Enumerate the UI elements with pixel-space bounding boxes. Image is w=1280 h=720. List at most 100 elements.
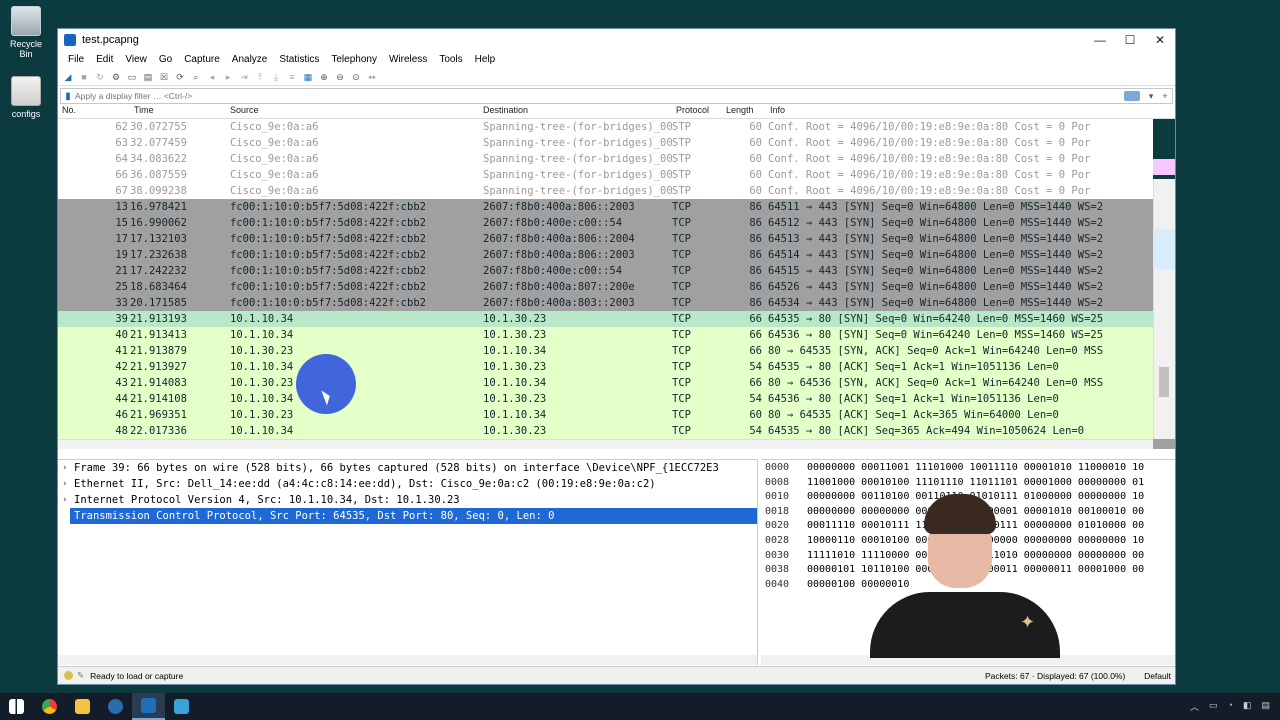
restart-capture-icon[interactable]: ↻ bbox=[94, 71, 106, 83]
menu-telephony[interactable]: Telephony bbox=[325, 54, 383, 65]
go-back-icon[interactable]: ◂ bbox=[206, 71, 218, 83]
packet-row[interactable]: 42 21.913927 10.1.10.34 10.1.30.23 TCP 54 6453… bbox=[58, 359, 1175, 375]
zoom-reset-icon[interactable]: ⊙ bbox=[350, 71, 362, 83]
packet-list[interactable]: No. Time Source Destination Protocol Len… bbox=[58, 105, 1175, 449]
expert-info-icon[interactable] bbox=[64, 671, 73, 680]
tray-network-icon[interactable]: ▭ bbox=[1209, 700, 1218, 713]
close-button[interactable]: ✕ bbox=[1145, 33, 1175, 47]
tray-chevron-icon[interactable]: ︿ bbox=[1190, 700, 1199, 713]
recycle-bin-icon[interactable]: Recycle Bin bbox=[4, 6, 48, 59]
edit-comment-icon[interactable]: ✎ bbox=[77, 670, 84, 681]
taskbar-network-tool[interactable] bbox=[165, 693, 198, 720]
go-forward-icon[interactable]: ▸ bbox=[222, 71, 234, 83]
zoom-out-icon[interactable]: ⊖ bbox=[334, 71, 346, 83]
packet-row[interactable]: 41 21.913879 10.1.30.23 10.1.10.34 TCP 66 80 →… bbox=[58, 343, 1175, 359]
packet-details-pane[interactable]: › Frame 39: 66 bytes on wire (528 bits),… bbox=[58, 459, 758, 665]
bookmark-icon[interactable]: ▮ bbox=[61, 91, 75, 102]
packet-row[interactable]: 63 32.077459 Cisco_9e:0a:a6 Spanning-tree-(… bbox=[58, 135, 1175, 151]
menu-file[interactable]: File bbox=[62, 54, 90, 65]
packet-cell-time: 21.914108 bbox=[130, 393, 187, 405]
col-source-header[interactable]: Source bbox=[226, 105, 479, 118]
menu-help[interactable]: Help bbox=[469, 54, 502, 65]
expand-arrow-icon[interactable]: › bbox=[62, 495, 74, 505]
bytes-row[interactable]: 0000 00000000 00011001 11101000 10011110 … bbox=[761, 462, 1175, 477]
packet-row[interactable]: 39 21.913193 10.1.10.34 10.1.30.23 TCP 66 6453… bbox=[58, 311, 1175, 327]
file-icon bbox=[11, 76, 41, 106]
tray-app-icon[interactable]: ◧ bbox=[1243, 700, 1252, 713]
packet-row[interactable]: 19 17.232638 fc00:1:10:0:b5f7:5d08:422f:cb… bbox=[58, 247, 1175, 263]
capture-options-icon[interactable]: ⚙ bbox=[110, 71, 122, 83]
stop-capture-icon[interactable]: ■ bbox=[78, 71, 90, 83]
colorize-icon[interactable]: ▦ bbox=[302, 71, 314, 83]
packet-row[interactable]: 44 21.914108 10.1.10.34 10.1.30.23 TCP 54 6453… bbox=[58, 391, 1175, 407]
detail-ethernet[interactable]: › Ethernet II, Src: Dell_14:ee:dd (a4:4c… bbox=[58, 476, 757, 492]
packet-row[interactable]: 64 34.083622 Cisco_9e:0a:a6 Spanning-tree-(… bbox=[58, 151, 1175, 167]
menu-wireless[interactable]: Wireless bbox=[383, 54, 433, 65]
detail-tcp[interactable]: Transmission Control Protocol, Src Port:… bbox=[70, 508, 757, 524]
packet-row[interactable]: 46 21.969351 10.1.30.23 10.1.10.34 TCP 60 80 →… bbox=[58, 407, 1175, 423]
packet-row[interactable]: 15 16.990062 fc00:1:10:0:b5f7:5d08:422f:cb… bbox=[58, 215, 1175, 231]
find-packet-icon[interactable]: ⌕ bbox=[190, 71, 202, 83]
details-hscrollbar[interactable] bbox=[58, 655, 757, 665]
packet-row[interactable]: 21 17.242232 fc00:1:10:0:b5f7:5d08:422f:cb… bbox=[58, 263, 1175, 279]
menu-tools[interactable]: Tools bbox=[433, 54, 468, 65]
reload-file-icon[interactable]: ⟳ bbox=[174, 71, 186, 83]
open-file-icon[interactable]: ▭ bbox=[126, 71, 138, 83]
save-file-icon[interactable]: ▤ bbox=[142, 71, 154, 83]
filter-history-dropdown[interactable]: ▾ bbox=[1144, 91, 1158, 102]
first-packet-icon[interactable]: ⤒ bbox=[254, 71, 266, 83]
zoom-in-icon[interactable]: ⊕ bbox=[318, 71, 330, 83]
resize-columns-icon[interactable]: ⇿ bbox=[366, 71, 378, 83]
packet-row[interactable]: 62 30.072755 Cisco_9e:0a:a6 Spanning-tree-(… bbox=[58, 119, 1175, 135]
packet-list-hscrollbar[interactable] bbox=[58, 439, 1153, 449]
packet-row[interactable]: 13 16.978421 fc00:1:10:0:b5f7:5d08:422f:cb… bbox=[58, 199, 1175, 215]
col-info-header[interactable]: Info bbox=[766, 105, 1175, 118]
go-to-packet-icon[interactable]: ⇥ bbox=[238, 71, 250, 83]
packet-row[interactable]: 66 36.087559 Cisco_9e:0a:a6 Spanning-tree-(… bbox=[58, 167, 1175, 183]
close-file-icon[interactable]: ☒ bbox=[158, 71, 170, 83]
status-profile[interactable]: Default bbox=[1135, 671, 1175, 681]
menu-capture[interactable]: Capture bbox=[178, 54, 226, 65]
detail-frame[interactable]: › Frame 39: 66 bytes on wire (528 bits),… bbox=[58, 460, 757, 476]
configs-file-icon[interactable]: configs bbox=[4, 76, 48, 119]
scrollbar-thumb[interactable] bbox=[1159, 367, 1169, 397]
start-button[interactable] bbox=[0, 693, 33, 720]
expand-arrow-icon[interactable]: › bbox=[62, 479, 74, 489]
tray-notification-icon[interactable]: ▤ bbox=[1261, 700, 1270, 713]
packet-list-scrollbar[interactable] bbox=[1153, 119, 1175, 439]
last-packet-icon[interactable]: ⤓ bbox=[270, 71, 282, 83]
col-time-header[interactable]: Time bbox=[130, 105, 226, 118]
apply-filter-button[interactable] bbox=[1124, 91, 1140, 101]
packet-row[interactable]: 17 17.132103 fc00:1:10:0:b5f7:5d08:422f:cb… bbox=[58, 231, 1175, 247]
title-bar[interactable]: test.pcapng — ☐ ✕ bbox=[58, 29, 1175, 51]
packet-row[interactable]: 67 38.099238 Cisco_9e:0a:a6 Spanning-tree-(… bbox=[58, 183, 1175, 199]
menu-view[interactable]: View bbox=[119, 54, 153, 65]
expand-arrow-icon[interactable]: › bbox=[62, 463, 74, 473]
tray-volume-icon[interactable]: ◔ bbox=[1228, 700, 1233, 713]
autoscroll-icon[interactable]: ≡ bbox=[286, 71, 298, 83]
col-length-header[interactable]: Length bbox=[722, 105, 766, 118]
col-protocol-header[interactable]: Protocol bbox=[672, 105, 722, 118]
add-filter-button-icon[interactable]: + bbox=[1158, 91, 1172, 101]
menu-edit[interactable]: Edit bbox=[90, 54, 119, 65]
packet-row[interactable]: 33 20.171585 fc00:1:10:0:b5f7:5d08:422f:cb… bbox=[58, 295, 1175, 311]
taskbar-explorer[interactable] bbox=[66, 693, 99, 720]
packet-row[interactable]: 48 22.017336 10.1.10.34 10.1.30.23 TCP 54 6453… bbox=[58, 423, 1175, 439]
packet-row[interactable]: 43 21.914083 10.1.30.23 10.1.10.34 TCP 66 80 →… bbox=[58, 375, 1175, 391]
packet-row[interactable]: 25 18.683464 fc00:1:10:0:b5f7:5d08:422f:cb… bbox=[58, 279, 1175, 295]
display-filter-input[interactable] bbox=[75, 91, 1124, 101]
packet-row[interactable]: 40 21.913413 10.1.10.34 10.1.30.23 TCP 66 6453… bbox=[58, 327, 1175, 343]
menu-analyze[interactable]: Analyze bbox=[226, 54, 274, 65]
start-capture-icon[interactable]: ◢ bbox=[62, 71, 74, 83]
taskbar-chrome[interactable] bbox=[33, 693, 66, 720]
col-no-header[interactable]: No. bbox=[58, 105, 130, 118]
taskbar-app[interactable] bbox=[99, 693, 132, 720]
maximize-button[interactable]: ☐ bbox=[1115, 33, 1145, 47]
detail-ipv4[interactable]: › Internet Protocol Version 4, Src: 10.1… bbox=[58, 492, 757, 508]
packet-cell-no: 43 bbox=[115, 377, 128, 389]
menu-go[interactable]: Go bbox=[153, 54, 178, 65]
menu-statistics[interactable]: Statistics bbox=[273, 54, 325, 65]
taskbar-wireshark[interactable] bbox=[132, 693, 165, 720]
col-destination-header[interactable]: Destination bbox=[479, 105, 672, 118]
minimize-button[interactable]: — bbox=[1085, 33, 1115, 47]
